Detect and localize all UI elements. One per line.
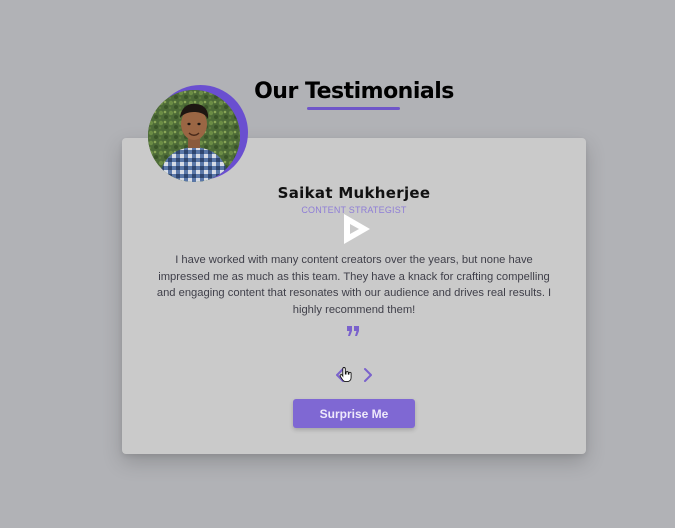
person-name: Saikat Mukherjee [277,184,431,202]
hand-pointer-icon [339,367,352,383]
chevron-right-icon [364,368,372,382]
quote-icon [347,326,359,336]
play-icon[interactable] [340,211,374,247]
next-button[interactable] [362,367,374,383]
avatar [148,90,240,182]
surprise-me-button[interactable]: Surprise Me [293,399,415,428]
header: Our Testimonials [0,78,675,106]
title-underline [307,107,400,110]
page-title: Our Testimonials [254,79,454,104]
testimonial-text: I have worked with many content creators… [156,254,552,316]
avatar-photo [148,90,240,182]
